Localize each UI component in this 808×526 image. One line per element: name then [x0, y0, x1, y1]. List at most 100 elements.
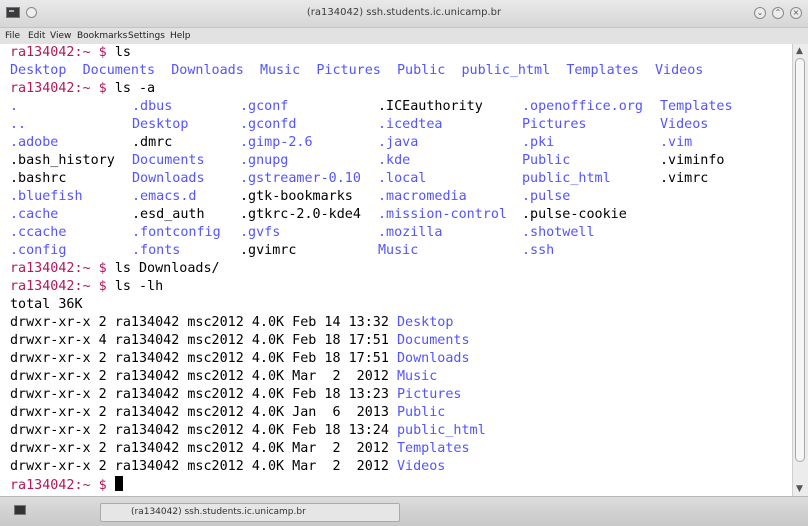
menu-help[interactable]: Help	[170, 31, 191, 41]
menu-view[interactable]: View	[50, 31, 71, 41]
ls-lh-row: drwxr-xr-x 2 ra134042 msc2012 4.0K Feb 1…	[10, 386, 461, 404]
file-entry: .gimp-2.6	[240, 135, 313, 150]
directory-name: Videos	[396, 459, 446, 474]
command: ls Downloads/	[114, 261, 220, 276]
file-metadata: drwxr-xr-x 2 ra134042 msc2012 4.0K Feb 1…	[10, 351, 389, 366]
menu-bar: File Edit View Bookmarks Settings Help	[0, 28, 808, 44]
total-line: total 36K	[10, 297, 83, 312]
maximize-icon[interactable]: ⌃	[772, 7, 784, 19]
file-entry: .gvfs	[240, 225, 281, 240]
command-line: ra134042:~ $ ls -lh	[10, 278, 163, 296]
command: ls -lh	[114, 279, 164, 294]
file-entry: .macromedia	[378, 189, 467, 204]
file-entry: .mozilla	[378, 225, 443, 240]
file-entry: .adobe	[10, 135, 59, 150]
file-entry: .gtk-bookmarks	[240, 189, 353, 204]
file-entry: ..	[10, 117, 27, 132]
ls-lh-row: drwxr-xr-x 2 ra134042 msc2012 4.0K Mar 2…	[10, 368, 437, 386]
taskbar-window-button[interactable]: (ra134042) ssh.students.ic.unicamp.br	[100, 503, 400, 522]
file-entry: .ICEauthority	[378, 99, 483, 114]
file-entry: Pictures	[522, 117, 587, 132]
prompt: ra134042:~ $	[10, 478, 107, 493]
menu-edit[interactable]: Edit	[28, 31, 45, 41]
file-metadata: drwxr-xr-x 2 ra134042 msc2012 4.0K Jan 6…	[10, 405, 389, 420]
directory-name: Desktop	[396, 315, 454, 330]
menu-bookmarks[interactable]: Bookmarks	[77, 31, 127, 41]
file-metadata: drwxr-xr-x 2 ra134042 msc2012 4.0K Feb 1…	[10, 315, 389, 330]
scrollbar-thumb[interactable]	[795, 58, 805, 462]
terminal-output[interactable]: ra134042:~ $ ls Desktop Documents Downlo…	[0, 44, 792, 496]
prompt: ra134042:~ $	[10, 279, 107, 294]
file-entry: .java	[378, 135, 419, 150]
window-titlebar[interactable]: (ra134042) ssh.students.ic.unicamp.br ⌄ …	[0, 0, 808, 28]
minimize-icon[interactable]: ⌄	[754, 7, 766, 19]
close-icon[interactable]: ×	[790, 7, 802, 19]
file-entry: Music	[378, 243, 419, 258]
directory-name: public_html	[396, 423, 486, 438]
window-title: (ra134042) ssh.students.ic.unicamp.br	[306, 7, 502, 18]
file-metadata: drwxr-xr-x 4 ra134042 msc2012 4.0K Feb 1…	[10, 333, 389, 348]
file-entry: .gconfd	[240, 117, 297, 132]
file-entry: Templates	[660, 99, 733, 114]
file-entry: .gstreamer-0.10	[240, 171, 361, 186]
menu-file[interactable]: File	[5, 31, 20, 41]
file-entry: .cache	[10, 207, 59, 222]
file-entry: Videos	[660, 117, 709, 132]
command-line: ra134042:~ $ ls	[10, 44, 131, 62]
file-metadata: drwxr-xr-x 2 ra134042 msc2012 4.0K Mar 2…	[10, 459, 389, 474]
directory-entry: public_html	[461, 63, 551, 78]
command: ls -a	[114, 81, 156, 96]
file-entry: .dbus	[132, 99, 173, 114]
file-entry: Downloads	[132, 171, 205, 186]
file-entry: .shotwell	[522, 225, 595, 240]
ls-lh-row: drwxr-xr-x 2 ra134042 msc2012 4.0K Feb 1…	[10, 350, 470, 368]
directory-entry: Documents	[82, 63, 156, 78]
prompt: ra134042:~ $	[10, 81, 107, 96]
command-line: ra134042:~ $	[10, 476, 123, 494]
directory-entry: Pictures	[316, 63, 381, 78]
file-entry: .viminfo	[660, 153, 725, 168]
file-metadata: drwxr-xr-x 2 ra134042 msc2012 4.0K Mar 2…	[10, 441, 389, 456]
directory-name: Music	[396, 369, 438, 384]
file-entry: .mission-control	[378, 207, 507, 222]
file-entry: .ssh	[522, 243, 555, 258]
ls-lh-row: drwxr-xr-x 4 ra134042 msc2012 4.0K Feb 1…	[10, 332, 470, 350]
text-cursor	[114, 476, 123, 491]
vertical-scrollbar[interactable]: ▲ ▼	[792, 44, 808, 496]
file-entry: .emacs.d	[132, 189, 197, 204]
file-entry: .esd_auth	[132, 207, 205, 222]
file-entry: .vimrc	[660, 171, 709, 186]
taskbar: (ra134042) ssh.students.ic.unicamp.br	[0, 496, 808, 526]
scroll-down-icon[interactable]: ▼	[796, 484, 803, 494]
directory-entry: Downloads	[171, 63, 244, 78]
file-entry: .fonts	[132, 243, 181, 258]
menu-settings[interactable]: Settings	[128, 31, 165, 41]
show-desktop-icon[interactable]	[14, 505, 26, 515]
file-entry: .vim	[660, 135, 693, 150]
file-entry: .bash_history	[10, 153, 115, 168]
directory-name: Templates	[396, 441, 470, 456]
directory-name: Downloads	[396, 351, 470, 366]
scroll-up-icon[interactable]: ▲	[796, 46, 803, 56]
ls-lh-row: drwxr-xr-x 2 ra134042 msc2012 4.0K Feb 1…	[10, 314, 453, 332]
file-metadata: drwxr-xr-x 2 ra134042 msc2012 4.0K Mar 2…	[10, 369, 389, 384]
command-line: ra134042:~ $ ls Downloads/	[10, 260, 220, 278]
file-entry: .	[10, 99, 19, 114]
directory-name: Public	[396, 405, 446, 420]
ls-lh-row: drwxr-xr-x 2 ra134042 msc2012 4.0K Feb 1…	[10, 422, 486, 440]
file-entry: .pki	[522, 135, 555, 150]
file-entry: .icedtea	[378, 117, 443, 132]
file-entry: .kde	[378, 153, 411, 168]
directory-entry: Public	[397, 63, 446, 78]
ls-lh-row: drwxr-xr-x 2 ra134042 msc2012 4.0K Mar 2…	[10, 440, 470, 458]
prompt: ra134042:~ $	[10, 45, 107, 60]
command: ls	[114, 45, 131, 60]
directory-name: Pictures	[396, 387, 462, 402]
file-entry: .dmrc	[132, 135, 173, 150]
directory-entry: Videos	[655, 63, 704, 78]
file-entry: .gnupg	[240, 153, 289, 168]
ls-lh-row: drwxr-xr-x 2 ra134042 msc2012 4.0K Mar 2…	[10, 458, 445, 476]
file-metadata: drwxr-xr-x 2 ra134042 msc2012 4.0K Feb 1…	[10, 423, 389, 438]
file-entry: .pulse	[522, 189, 571, 204]
directory-entry: Templates	[566, 63, 639, 78]
